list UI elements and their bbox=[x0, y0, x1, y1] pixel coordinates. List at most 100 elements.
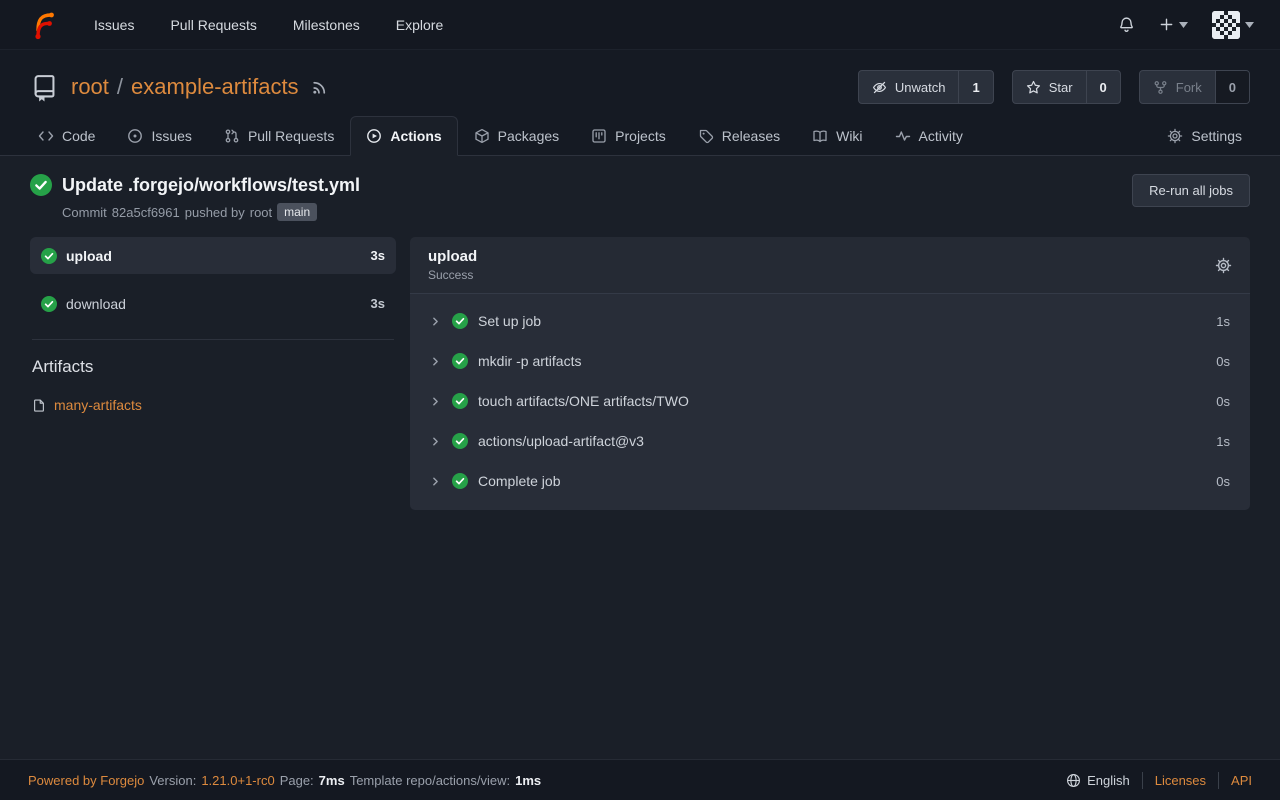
workflow-run-header: Update .forgejo/workflows/test.yml Commi… bbox=[0, 156, 1280, 237]
success-check-icon bbox=[30, 174, 52, 196]
job-name: download bbox=[66, 296, 126, 312]
tab-releases[interactable]: Releases bbox=[682, 116, 796, 155]
step-name: Set up job bbox=[478, 313, 541, 329]
page-time-value: 7ms bbox=[319, 773, 345, 788]
branch-badge[interactable]: main bbox=[277, 203, 317, 221]
repo-tabbar: Code Issues Pull Requests Actions Packag… bbox=[0, 116, 1280, 156]
tab-pull-requests[interactable]: Pull Requests bbox=[208, 116, 350, 155]
success-check-icon bbox=[452, 313, 468, 329]
tab-label: Projects bbox=[615, 128, 666, 144]
step-row-mkdir[interactable]: mkdir -p artifacts 0s bbox=[410, 341, 1250, 381]
repo-name-link[interactable]: example-artifacts bbox=[131, 74, 299, 100]
fork-count: 0 bbox=[1215, 71, 1249, 103]
tab-activity[interactable]: Activity bbox=[879, 116, 979, 155]
tab-label: Code bbox=[62, 128, 95, 144]
user-menu-dropdown[interactable] bbox=[1212, 11, 1254, 39]
tab-label: Issues bbox=[151, 128, 191, 144]
pushed-by-label: pushed by bbox=[185, 205, 245, 220]
job-detail-panel: upload Success Set up job 1s mkdir -p ar… bbox=[410, 237, 1250, 510]
star-button[interactable]: Star 0 bbox=[1012, 70, 1121, 104]
nav-item-explore[interactable]: Explore bbox=[396, 17, 443, 33]
globe-icon bbox=[1066, 773, 1081, 788]
job-options-gear-icon[interactable] bbox=[1215, 257, 1232, 274]
tab-code[interactable]: Code bbox=[22, 116, 111, 155]
success-check-icon bbox=[452, 473, 468, 489]
issue-circle-icon bbox=[127, 128, 143, 144]
tab-packages[interactable]: Packages bbox=[458, 116, 575, 155]
fork-icon bbox=[1153, 80, 1168, 95]
version-link[interactable]: 1.21.0+1-rc0 bbox=[201, 773, 274, 788]
navbar-right bbox=[1118, 11, 1254, 39]
success-check-icon bbox=[452, 393, 468, 409]
chevron-right-icon bbox=[429, 475, 442, 488]
tab-label: Activity bbox=[919, 128, 963, 144]
create-new-dropdown[interactable] bbox=[1159, 17, 1188, 32]
chevron-down-icon bbox=[1245, 22, 1254, 28]
star-icon bbox=[1026, 80, 1041, 95]
forgejo-logo-icon[interactable] bbox=[26, 9, 58, 41]
jobs-sidebar: upload 3s download 3s Artifacts many-art… bbox=[30, 237, 396, 413]
artifacts-heading: Artifacts bbox=[32, 357, 396, 377]
tab-label: Actions bbox=[390, 128, 441, 144]
tab-projects[interactable]: Projects bbox=[575, 116, 682, 155]
star-count[interactable]: 0 bbox=[1086, 71, 1120, 103]
unwatch-button[interactable]: Unwatch 1 bbox=[858, 70, 994, 104]
nav-item-pull-requests[interactable]: Pull Requests bbox=[170, 17, 256, 33]
chevron-right-icon bbox=[429, 355, 442, 368]
step-duration: 0s bbox=[1216, 394, 1230, 409]
licenses-link[interactable]: Licenses bbox=[1155, 773, 1206, 788]
notifications-bell-icon[interactable] bbox=[1118, 16, 1135, 33]
step-row-touch[interactable]: touch artifacts/ONE artifacts/TWO 0s bbox=[410, 381, 1250, 421]
api-link[interactable]: API bbox=[1231, 773, 1252, 788]
tab-issues[interactable]: Issues bbox=[111, 116, 207, 155]
repo-action-buttons: Unwatch 1 Star 0 Fork 0 bbox=[858, 70, 1250, 104]
artifact-download-link[interactable]: many-artifacts bbox=[54, 397, 142, 413]
step-row-upload-artifact[interactable]: actions/upload-artifact@v3 1s bbox=[410, 421, 1250, 461]
settings-gear-icon bbox=[1167, 128, 1183, 144]
watch-count[interactable]: 1 bbox=[958, 71, 992, 103]
language-selector[interactable]: English bbox=[1066, 773, 1130, 788]
chevron-right-icon bbox=[429, 435, 442, 448]
repo-owner-link[interactable]: root bbox=[71, 74, 109, 100]
template-time-value: 1ms bbox=[515, 773, 541, 788]
step-row-setup[interactable]: Set up job 1s bbox=[410, 301, 1250, 341]
tab-actions[interactable]: Actions bbox=[350, 116, 457, 156]
job-duration: 3s bbox=[371, 296, 385, 311]
job-item-download[interactable]: download 3s bbox=[30, 285, 396, 322]
pull-request-icon bbox=[224, 128, 240, 144]
book-open-icon bbox=[812, 128, 828, 144]
commit-sha-link[interactable]: 82a5cf6961 bbox=[112, 205, 180, 220]
footer-divider bbox=[1142, 772, 1143, 789]
job-detail-header: upload Success bbox=[410, 237, 1250, 294]
footer: Powered by Forgejo Version: 1.21.0+1-rc0… bbox=[0, 759, 1280, 800]
repo-book-icon bbox=[30, 72, 59, 103]
pulse-icon bbox=[895, 128, 911, 144]
sidebar-divider bbox=[32, 339, 394, 340]
commit-label: Commit bbox=[62, 205, 107, 220]
success-check-icon bbox=[452, 433, 468, 449]
job-detail-status: Success bbox=[428, 268, 477, 282]
tab-wiki[interactable]: Wiki bbox=[796, 116, 878, 155]
nav-item-issues[interactable]: Issues bbox=[94, 17, 134, 33]
footer-links: English Licenses API bbox=[1066, 772, 1252, 789]
commit-summary: Commit 82a5cf6961 pushed by root main bbox=[62, 203, 360, 221]
rerun-all-jobs-button[interactable]: Re-run all jobs bbox=[1132, 174, 1250, 207]
fork-label: Fork bbox=[1176, 80, 1202, 95]
nav-item-milestones[interactable]: Milestones bbox=[293, 17, 360, 33]
job-duration: 3s bbox=[371, 248, 385, 263]
page-time-label: Page: bbox=[280, 773, 314, 788]
tab-label: Wiki bbox=[836, 128, 862, 144]
step-name: touch artifacts/ONE artifacts/TWO bbox=[478, 393, 689, 409]
success-check-icon bbox=[41, 296, 57, 312]
tag-icon bbox=[698, 128, 714, 144]
step-duration: 0s bbox=[1216, 354, 1230, 369]
step-row-complete[interactable]: Complete job 0s bbox=[410, 461, 1250, 501]
job-item-upload[interactable]: upload 3s bbox=[30, 237, 396, 274]
tab-settings[interactable]: Settings bbox=[1151, 116, 1258, 155]
repo-header: root / example-artifacts Unwatch 1 Star bbox=[0, 50, 1280, 116]
powered-by-link[interactable]: Powered by Forgejo bbox=[28, 773, 144, 788]
run-content: upload 3s download 3s Artifacts many-art… bbox=[0, 237, 1280, 510]
tab-label: Releases bbox=[722, 128, 780, 144]
chevron-down-icon bbox=[1179, 22, 1188, 28]
rss-feed-icon[interactable] bbox=[311, 79, 328, 96]
